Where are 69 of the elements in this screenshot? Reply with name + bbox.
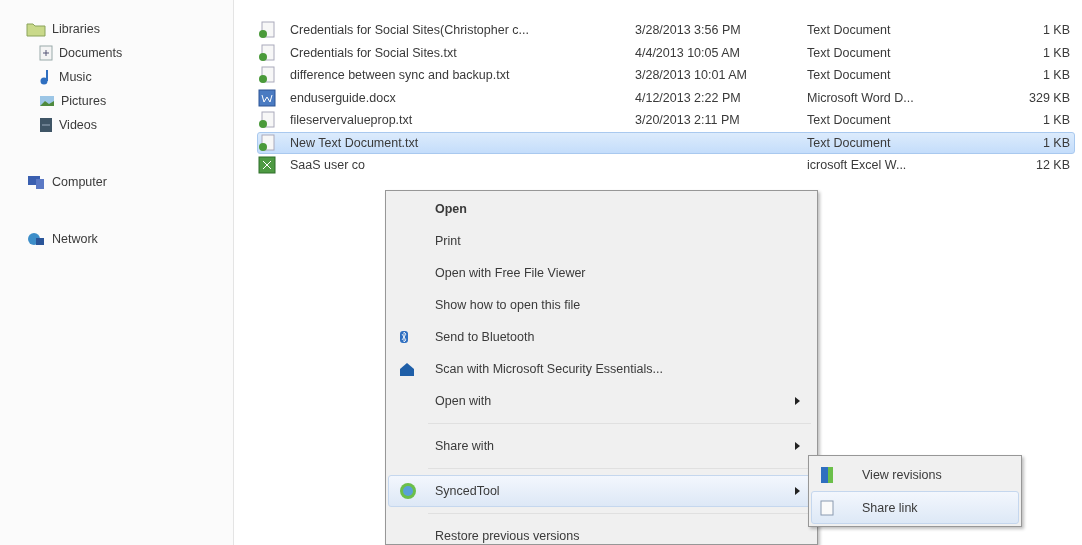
date-modified: 3/28/2013 3:56 PM bbox=[635, 23, 742, 38]
file-size: 1 KB bbox=[1041, 23, 1071, 38]
nav-item[interactable]: Music bbox=[26, 65, 233, 89]
text-file-icon bbox=[258, 43, 276, 62]
file-name: fileservervalueprop.txt bbox=[290, 113, 414, 128]
file-row[interactable]: New Text Document.txt Text Document 1 KB bbox=[257, 131, 1075, 154]
text-file-icon bbox=[258, 111, 276, 130]
menu-item[interactable]: Open bbox=[388, 193, 815, 225]
file-type: Microsoft Word D... bbox=[807, 90, 915, 105]
film-icon bbox=[39, 117, 53, 133]
file-type: icrosoft Excel W... bbox=[807, 158, 908, 173]
date-modified: 3/20/2013 2:11 PM bbox=[635, 113, 741, 128]
menu-item[interactable]: Print bbox=[388, 225, 815, 257]
file-row[interactable]: enduserguide.docx 4/12/2013 2:22 PM Microsoft Word D... 329 KB bbox=[257, 86, 1075, 109]
file-name: difference between sync and backup.txt bbox=[290, 68, 511, 83]
nav-item[interactable]: Libraries bbox=[26, 17, 233, 41]
menu-item[interactable]: Open with bbox=[388, 385, 815, 417]
submenu-arrow-icon bbox=[795, 487, 800, 495]
nav-item[interactable]: Videos bbox=[26, 113, 233, 137]
file-name: SaaS user co bbox=[290, 158, 367, 173]
date-modified: 3/28/2013 10:01 AM bbox=[635, 68, 748, 83]
file-name: enduserguide.docx bbox=[290, 90, 397, 105]
menu-item[interactable]: Show how to open this file bbox=[388, 289, 815, 321]
submenu-arrow-icon bbox=[795, 442, 800, 450]
file-size: 1 KB bbox=[1041, 135, 1071, 150]
file-size: 1 KB bbox=[1041, 45, 1071, 60]
menu-item[interactable]: Send to Bluetooth bbox=[388, 321, 815, 353]
word-file-icon bbox=[258, 88, 276, 107]
date-modified: 4/4/2013 10:05 AM bbox=[635, 45, 741, 60]
menu-item[interactable]: Open with Free File Viewer bbox=[388, 257, 815, 289]
folder-icon bbox=[26, 21, 46, 37]
file-size: 1 KB bbox=[1041, 113, 1071, 128]
globe-icon bbox=[26, 231, 46, 247]
text-file-icon bbox=[258, 133, 276, 152]
document-icon bbox=[39, 45, 53, 61]
file-type: Text Document bbox=[807, 45, 892, 60]
file-row[interactable]: Credentials for Social Sites.txt 4/4/2013 10:05 AM Text Document 1 KB bbox=[257, 41, 1075, 64]
book-icon bbox=[820, 465, 834, 484]
sync-icon bbox=[399, 482, 417, 500]
file-type: Text Document bbox=[807, 135, 892, 150]
date-modified: 4/12/2013 2:22 PM bbox=[635, 90, 742, 105]
menu-item[interactable]: Scan with Microsoft Security Essentials... bbox=[388, 353, 815, 385]
picture-icon bbox=[39, 94, 55, 108]
file-size: 1 KB bbox=[1041, 68, 1071, 83]
nav-item[interactable]: Network bbox=[26, 227, 233, 251]
file-row[interactable]: fileservervalueprop.txt 3/20/2013 2:11 PM Text Document 1 KB bbox=[257, 109, 1075, 132]
spreadsheet-file-icon bbox=[258, 156, 276, 175]
file-name: Credentials for Social Sites.txt bbox=[290, 45, 458, 60]
house-icon bbox=[399, 361, 415, 377]
menu-item[interactable]: Share link bbox=[811, 491, 1019, 524]
nav-item[interactable]: Pictures bbox=[26, 89, 233, 113]
computer-icon bbox=[26, 174, 46, 190]
nav-item[interactable]: Computer bbox=[26, 170, 233, 194]
text-file-icon bbox=[258, 21, 276, 40]
file-size: 329 KB bbox=[1028, 90, 1071, 105]
file-name: New Text Document.txt bbox=[290, 135, 420, 150]
file-row[interactable]: difference between sync and backup.txt 3/28/2013 10:01 AM Text Document 1 KB bbox=[257, 64, 1075, 87]
file-size: 12 KB bbox=[1034, 158, 1071, 173]
bluetooth-icon bbox=[399, 330, 409, 344]
submenu-arrow-icon bbox=[795, 397, 800, 405]
file-type: Text Document bbox=[807, 113, 892, 128]
file-name: Credentials for Social Sites(Christopher c... bbox=[290, 23, 530, 38]
file-type: Text Document bbox=[807, 23, 892, 38]
file-type: Text Document bbox=[807, 68, 892, 83]
file-row[interactable]: Credentials for Social Sites(Christopher c... 3/28/2013 3:56 PM Text Document 1 KB bbox=[257, 19, 1075, 42]
page-icon bbox=[820, 499, 834, 516]
file-row[interactable]: SaaS user co icrosoft Excel W... 12 KB bbox=[257, 154, 1075, 177]
text-file-icon bbox=[258, 66, 276, 85]
nav-item[interactable]: Documents bbox=[26, 41, 233, 65]
